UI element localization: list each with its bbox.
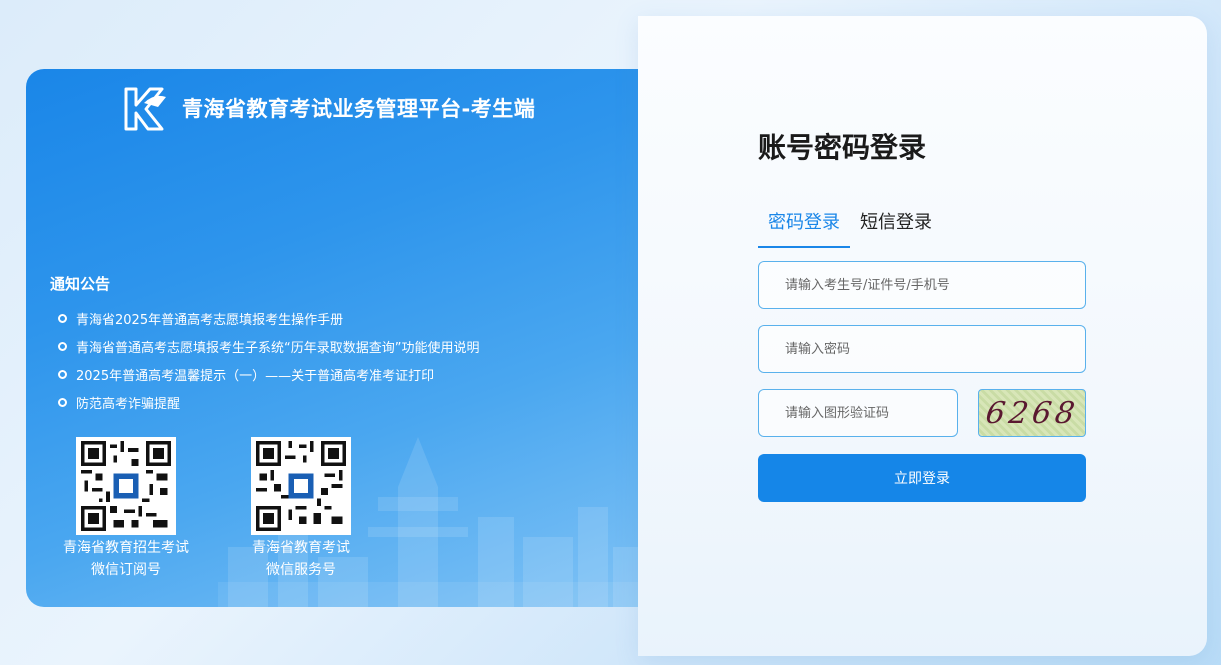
qr-caption-line1: 青海省教育考试 <box>252 540 350 556</box>
bullet-circle-icon <box>58 397 67 407</box>
notice-section: 通知公告 青海省2025年普通高考志愿填报考生操作手册 青海省普通高考志愿填报考… <box>50 273 479 416</box>
qr-caption-line2: 微信服务号 <box>266 562 336 578</box>
platform-brand: 青海省教育考试业务管理平台-考生端 <box>122 83 535 133</box>
bullet-circle-icon <box>58 341 67 351</box>
username-input[interactable] <box>758 261 1086 309</box>
notice-item-label: 青海省2025年普通高考志愿填报考生操作手册 <box>76 312 344 328</box>
notice-item[interactable]: 2025年普通高考温馨提示（一）——关于普通高考准考证打印 <box>50 360 479 388</box>
qr-subscription-account: 青海省教育招生考试 微信订阅号 <box>56 437 196 581</box>
info-panel: 青海省教育考试业务管理平台-考生端 通知公告 青海省2025年普通高考志愿填报考… <box>26 69 638 607</box>
login-title: 账号密码登录 <box>758 131 927 164</box>
tab-sms-login[interactable]: 短信登录 <box>850 206 942 248</box>
platform-title: 青海省教育考试业务管理平台-考生端 <box>182 97 536 121</box>
qr-code-icon <box>251 437 351 535</box>
notice-item-label: 2025年普通高考温馨提示（一）——关于普通高考准考证打印 <box>76 368 435 384</box>
notice-title: 通知公告 <box>50 275 111 293</box>
qh-edu-logo-icon <box>124 87 166 131</box>
notice-item[interactable]: 青海省2025年普通高考志愿填报考生操作手册 <box>50 304 479 332</box>
captcha-text: 6268 <box>983 395 1081 431</box>
tab-password-login[interactable]: 密码登录 <box>758 206 850 248</box>
password-input[interactable] <box>758 325 1086 373</box>
qr-code-icon <box>76 437 176 535</box>
captcha-image[interactable]: 6268 <box>978 389 1086 437</box>
qr-caption-line1: 青海省教育招生考试 <box>63 540 189 556</box>
bullet-circle-icon <box>58 369 67 379</box>
notice-item-label: 青海省普通高考志愿填报考生子系统“历年录取数据查询”功能使用说明 <box>76 340 480 356</box>
notice-item[interactable]: 青海省普通高考志愿填报考生子系统“历年录取数据查询”功能使用说明 <box>50 332 479 360</box>
login-card: 账号密码登录 密码登录 短信登录 6268 立即登录 <box>638 16 1207 656</box>
qr-service-account: 青海省教育考试 微信服务号 <box>236 437 366 581</box>
login-tabs: 密码登录 短信登录 <box>758 206 942 248</box>
notice-item-label: 防范高考诈骗提醒 <box>76 396 181 412</box>
notice-item[interactable]: 防范高考诈骗提醒 <box>50 388 479 416</box>
bullet-circle-icon <box>58 313 67 323</box>
login-button[interactable]: 立即登录 <box>758 454 1086 502</box>
captcha-input[interactable] <box>758 389 958 437</box>
qr-caption-line2: 微信订阅号 <box>91 562 161 578</box>
notice-list: 青海省2025年普通高考志愿填报考生操作手册 青海省普通高考志愿填报考生子系统“… <box>50 304 479 416</box>
